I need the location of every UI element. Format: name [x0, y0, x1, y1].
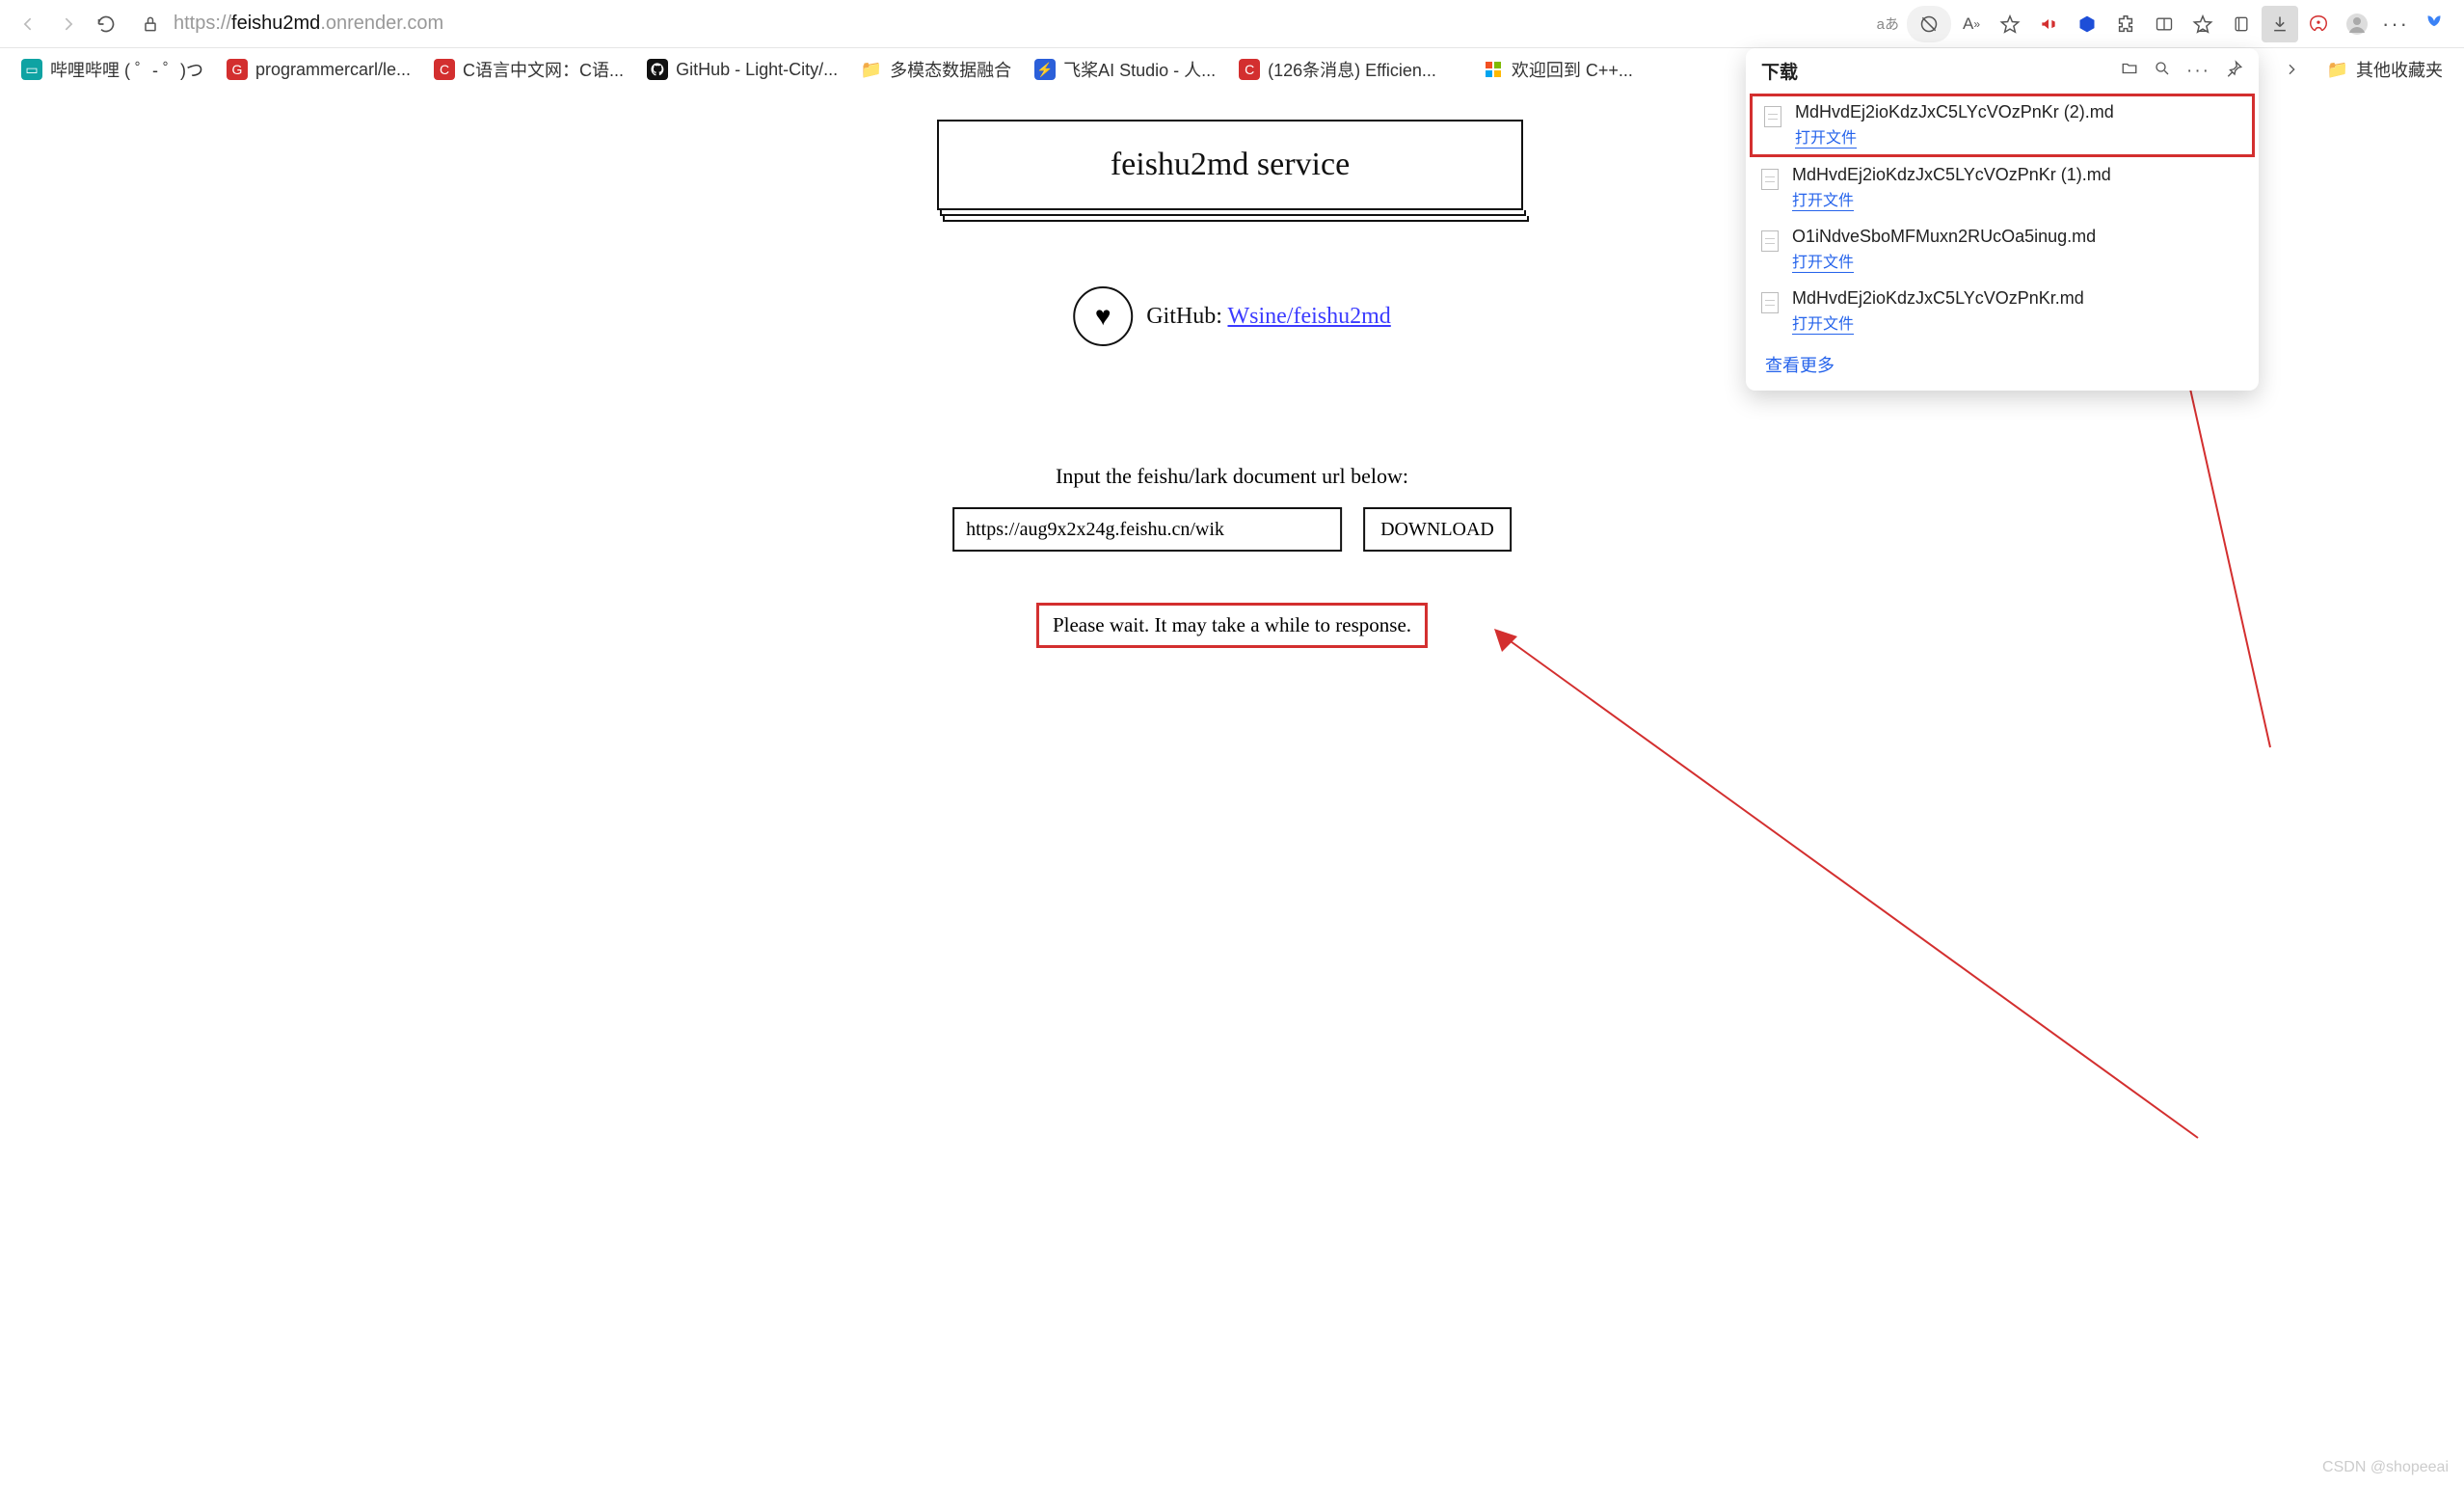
download-filename: MdHvdEj2ioKdzJxC5LYcVOzPnKr (1).md — [1792, 165, 2111, 185]
back-button — [12, 7, 46, 41]
file-icon — [1764, 106, 1781, 127]
open-file-link[interactable]: 打开文件 — [1792, 311, 1854, 335]
ms-icon — [1483, 59, 1504, 80]
file-icon — [1761, 169, 1779, 190]
downloads-panel: 下载 ··· MdHvdEj2ioKdzJxC5LYcVOzPnKr (2).m… — [1746, 48, 2259, 391]
folder-icon: 📁 — [861, 59, 882, 80]
open-file-link[interactable]: 打开文件 — [1792, 187, 1854, 211]
file-icon — [1761, 230, 1779, 252]
bili-icon: ▭ — [21, 59, 42, 80]
announce-icon[interactable] — [2030, 6, 2067, 42]
download-item[interactable]: MdHvdEj2ioKdzJxC5LYcVOzPnKr (2).md 打开文件 — [1750, 94, 2255, 157]
open-folder-icon[interactable] — [2121, 60, 2138, 83]
bookmark-item[interactable]: GitHub - Light-City/... — [637, 55, 847, 84]
bookmark-item[interactable]: 欢迎回到 C++... — [1473, 53, 1643, 86]
download-button[interactable]: DOWNLOAD — [1363, 507, 1512, 552]
download-filename: MdHvdEj2ioKdzJxC5LYcVOzPnKr (2).md — [1795, 102, 2114, 122]
copilot-icon[interactable] — [2416, 6, 2452, 42]
more-icon[interactable]: ··· — [2377, 6, 2414, 42]
url-text: https://feishu2md.onrender.com — [166, 9, 1860, 39]
c-icon: C — [434, 59, 455, 80]
github-icon — [647, 59, 668, 80]
download-filename: O1iNdveSboMFMuxn2RUcOa5inug.md — [1792, 227, 2096, 247]
downloads-button[interactable] — [2262, 6, 2298, 42]
split-screen-icon[interactable] — [2146, 6, 2183, 42]
profile-icon[interactable] — [2339, 6, 2375, 42]
rubik-icon[interactable] — [2069, 6, 2105, 42]
download-item[interactable]: MdHvdEj2ioKdzJxC5LYcVOzPnKr (1).md 打开文件 — [1746, 157, 2259, 219]
read-aloud-icon[interactable]: A» — [1953, 6, 1990, 42]
more-icon[interactable]: ··· — [2186, 61, 2210, 82]
collections-icon[interactable] — [2223, 6, 2260, 42]
github-label: GitHub: — [1146, 304, 1222, 329]
lock-icon — [135, 8, 166, 41]
c-icon: C — [1239, 59, 1260, 80]
bookmark-item[interactable]: ▭哔哩哔哩 ( ゜- ゜)つ — [12, 53, 213, 86]
address-bar[interactable]: https://feishu2md.onrender.com — [135, 8, 1860, 41]
download-filename: MdHvdEj2ioKdzJxC5LYcVOzPnKr.md — [1792, 288, 2084, 309]
performance-icon[interactable] — [2300, 6, 2337, 42]
url-prompt: Input the feishu/lark document url below… — [1056, 464, 1408, 489]
github-link[interactable]: Wsine/feishu2md — [1227, 304, 1390, 329]
favorite-star-icon[interactable] — [1992, 6, 2028, 42]
file-icon — [1761, 292, 1779, 313]
page-title: feishu2md service — [937, 120, 1523, 210]
hero: feishu2md service — [937, 120, 1527, 226]
bookmark-item[interactable]: ⚡飞桨AI Studio - 人... — [1025, 53, 1225, 86]
bookmark-item[interactable]: C(126条消息) Efficien... — [1229, 53, 1446, 86]
paddle-icon: ⚡ — [1034, 59, 1056, 80]
watermark: CSDN @shopeeai — [2322, 1459, 2449, 1476]
extensions-icon[interactable] — [2107, 6, 2144, 42]
heart-icon[interactable]: ♥ — [1073, 286, 1133, 346]
download-item[interactable]: MdHvdEj2ioKdzJxC5LYcVOzPnKr.md 打开文件 — [1746, 281, 2259, 342]
open-file-link[interactable]: 打开文件 — [1792, 249, 1854, 273]
g-icon: G — [227, 59, 248, 80]
forward-button — [50, 7, 85, 41]
see-more-link[interactable]: 查看更多 — [1746, 342, 2259, 387]
bookmark-item[interactable]: 📁多模态数据融合 — [851, 53, 1021, 86]
pin-icon[interactable] — [2226, 60, 2243, 83]
wait-message: Please wait. It may take a while to resp… — [1036, 603, 1428, 648]
search-icon[interactable] — [2154, 60, 2171, 83]
translate-icon[interactable]: aあ — [1871, 6, 1905, 42]
download-item[interactable]: O1iNdveSboMFMuxn2RUcOa5inug.md 打开文件 — [1746, 219, 2259, 281]
nav-bar: https://feishu2md.onrender.com aあ A» — [0, 0, 2464, 48]
github-row: ♥ GitHub: Wsine/feishu2md — [1073, 286, 1391, 346]
tracking-prevention-icon[interactable] — [1907, 6, 1951, 42]
form-row: DOWNLOAD — [952, 507, 1512, 552]
bookmark-item[interactable]: CC语言中文网：C语... — [424, 53, 633, 86]
refresh-button[interactable] — [89, 7, 123, 41]
bookmark-item[interactable]: 🗎 — [1450, 66, 1469, 73]
bookmarks-overflow-icon[interactable] — [2273, 51, 2310, 88]
folder-icon: 📁 — [2327, 59, 2348, 80]
open-file-link[interactable]: 打开文件 — [1795, 124, 1857, 149]
other-favorites[interactable]: 📁 其他收藏夹 — [2317, 53, 2452, 86]
favorites-icon[interactable] — [2184, 6, 2221, 42]
downloads-title: 下载 — [1761, 58, 1798, 84]
url-input[interactable] — [952, 507, 1342, 552]
bookmark-item[interactable]: Gprogrammercarl/le... — [217, 55, 420, 84]
